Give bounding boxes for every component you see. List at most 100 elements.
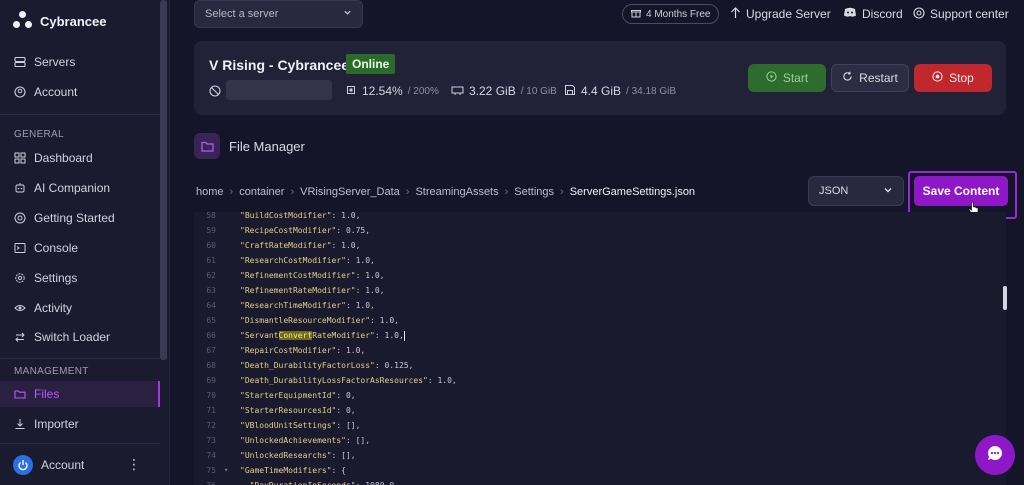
format-value: JSON <box>819 185 849 197</box>
code-line[interactable]: 64 "ResearchTimeModifier": 1.0, <box>194 298 1006 313</box>
server-address-redacted <box>226 80 332 100</box>
breadcrumb-item[interactable]: container <box>239 186 284 198</box>
sidebar-item-settings[interactable]: Settings <box>0 265 160 291</box>
code-line[interactable]: 69 "Death_DurabilityLossFactorAsResources… <box>194 373 1006 388</box>
chat-widget-button[interactable] <box>975 435 1015 475</box>
editor-scrollbar[interactable] <box>1003 286 1007 310</box>
code-text: "DismantleResourceModifier": 1.0, <box>240 316 399 325</box>
code-line[interactable]: 68 "Death_DurabilityFactorLoss": 0.125, <box>194 358 1006 373</box>
play-circle-icon <box>766 71 777 85</box>
sidebar-item-activity[interactable]: Activity <box>0 295 160 321</box>
sidebar-item-account[interactable]: Account <box>0 79 160 105</box>
more-options-icon[interactable]: ⋮ <box>127 456 141 473</box>
code-line[interactable]: 71 "StarterResourcesId": 0, <box>194 403 1006 418</box>
discord-link[interactable]: Discord <box>843 6 903 22</box>
sidebar-item-ai-companion[interactable]: AI Companion <box>0 175 160 201</box>
user-circle-icon <box>14 86 26 98</box>
code-line[interactable]: 70 "StarterEquipmentId": 0, <box>194 388 1006 403</box>
download-icon <box>14 418 26 430</box>
upgrade-server-link[interactable]: Upgrade Server <box>730 6 831 22</box>
promo-badge[interactable]: 4 Months Free <box>622 4 720 24</box>
memory-icon <box>451 84 464 99</box>
sidebar-scrollbar[interactable] <box>160 0 167 360</box>
memory-limit: / 10 GiB <box>520 85 557 97</box>
code-text: "VBloodUnitSettings": [], <box>240 421 361 430</box>
breadcrumb-item[interactable]: StreamingAssets <box>415 186 498 198</box>
code-line[interactable]: 73 "UnlockedAchievements": [], <box>194 433 1006 448</box>
format-select[interactable]: JSON <box>808 176 904 206</box>
code-editor[interactable]: 58 "BuildCostModifier": 1.0, 59 "RecipeCost… <box>194 212 1006 485</box>
robot-icon <box>14 182 26 194</box>
code-line[interactable]: 72 "VBloodUnitSettings": [], <box>194 418 1006 433</box>
stop-circle-icon <box>932 71 943 85</box>
sidebar-item-getting-started[interactable]: Getting Started <box>0 205 160 231</box>
code-line[interactable]: 63 "RefinementRateModifier": 1.0, <box>194 283 1006 298</box>
code-line[interactable]: 76 "DayDurationInSeconds": 1080.0, <box>194 478 1006 485</box>
save-content-button[interactable]: Save Content <box>914 176 1008 206</box>
cpu-value: 12.54% <box>362 84 403 98</box>
cybrancee-logo-icon <box>13 11 33 31</box>
breadcrumb-separator-icon: › <box>290 186 295 198</box>
server-select[interactable]: Select a server <box>194 0 363 28</box>
line-number: 72 <box>206 421 216 430</box>
sidebar-item-console[interactable]: Console <box>0 235 160 261</box>
fold-chevron-icon[interactable]: ▾ <box>224 463 228 478</box>
server-card: V Rising - Cybrancee Online 12.54% / 200… <box>194 41 1006 115</box>
code-text: "UnlockedAchievements": [], <box>240 436 371 445</box>
code-line[interactable]: 58 "BuildCostModifier": 1.0, <box>194 212 1006 223</box>
sidebar-item-label: Activity <box>34 301 73 315</box>
sidebar-item-servers[interactable]: Servers <box>0 49 160 75</box>
status-badge: Online <box>346 54 396 74</box>
stop-label: Stop <box>949 71 974 85</box>
sidebar-divider <box>0 358 160 359</box>
code-text: "BuildCostModifier": 1.0, <box>240 212 361 220</box>
line-number: 65 <box>206 316 216 325</box>
folder-icon <box>14 388 26 400</box>
lifebuoy-icon <box>913 6 925 22</box>
code-text: "Death_DurabilityLossFactorAsResources":… <box>240 376 457 385</box>
breadcrumb-item[interactable]: VRisingServer_Data <box>300 186 400 198</box>
breadcrumb-item[interactable]: home <box>196 186 224 198</box>
folder-icon <box>194 133 220 159</box>
line-number: 58 <box>206 212 216 220</box>
file-manager-title: File Manager <box>229 139 305 154</box>
memory-stat: 3.22 GiB / 10 GiB <box>451 83 557 99</box>
code-line[interactable]: 65 "DismantleResourceModifier": 1.0, <box>194 313 1006 328</box>
code-line[interactable]: 59 "RecipeCostModifier": 0.75, <box>194 223 1006 238</box>
line-number: 73 <box>206 436 216 445</box>
code-text: "ServantConvertRateModifier": 1.0, <box>240 330 405 341</box>
discord-label: Discord <box>862 7 903 21</box>
gear-icon <box>14 272 26 284</box>
sidebar-item-label: Console <box>34 241 79 255</box>
code-line[interactable]: 61 "ResearchCostModifier": 1.0, <box>194 253 1006 268</box>
sidebar-item-files[interactable]: Files <box>0 381 160 407</box>
line-number: 63 <box>206 286 216 295</box>
sidebar-item-label: Servers <box>34 55 76 69</box>
server-select-placeholder: Select a server <box>205 8 279 20</box>
section-label-management: MANAGEMENT <box>14 366 89 377</box>
code-line[interactable]: 75 ▾ "GameTimeModifiers": { <box>194 463 1006 478</box>
code-text: "ResearchTimeModifier": 1.0, <box>240 301 375 310</box>
code-line[interactable]: 62 "RefinementCostModifier": 1.0, <box>194 268 1006 283</box>
brand[interactable]: Cybrancee <box>13 10 106 32</box>
sidebar-item-dashboard[interactable]: Dashboard <box>0 145 160 171</box>
search-match-highlight: Convert <box>278 331 313 340</box>
restart-button[interactable]: Restart <box>831 64 909 92</box>
code-line[interactable]: 66 "ServantConvertRateModifier": 1.0, <box>194 328 1006 343</box>
code-line[interactable]: 67 "RepairCostModifier": 1.0, <box>194 343 1006 358</box>
line-number: 68 <box>206 361 216 370</box>
arrow-up-icon <box>730 6 741 22</box>
sidebar-item-switch-loader[interactable]: Switch Loader <box>0 324 160 350</box>
code-line[interactable]: 74 "UnlockedResearchs": [], <box>194 448 1006 463</box>
stop-button[interactable]: Stop <box>914 64 992 92</box>
start-button[interactable]: Start <box>748 64 826 92</box>
switch-icon <box>14 331 26 343</box>
support-center-link[interactable]: Support center <box>913 6 1009 22</box>
line-number: 60 <box>206 241 216 250</box>
account-menu[interactable]: Account <box>13 455 84 475</box>
cpu-icon <box>345 84 357 99</box>
breadcrumb-item[interactable]: Settings <box>514 186 554 198</box>
sidebar-item-importer[interactable]: Importer <box>0 411 160 437</box>
code-line[interactable]: 60 "CraftRateModifier": 1.0, <box>194 238 1006 253</box>
brand-name: Cybrancee <box>40 13 107 29</box>
